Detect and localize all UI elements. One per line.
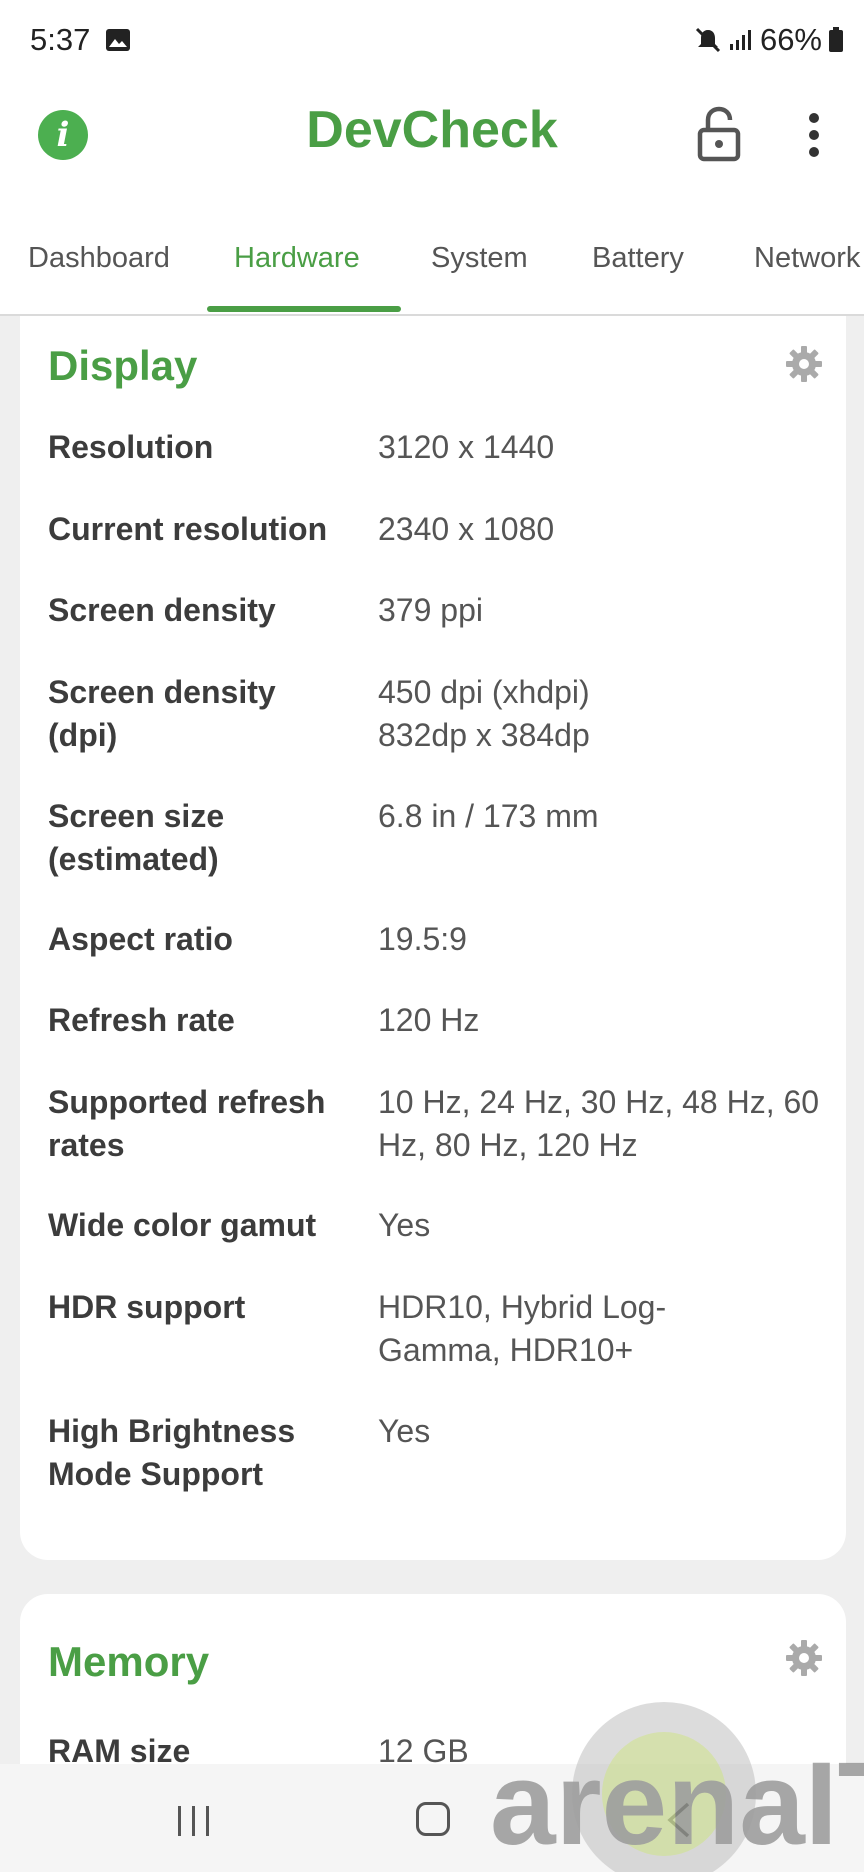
row-label: Current resolution <box>48 511 328 547</box>
row-label: Screen density (dpi) <box>48 674 276 753</box>
row-label: Screen size (estimated) <box>48 798 225 877</box>
navigation-bar <box>0 1764 864 1872</box>
tab-indicator <box>207 306 401 312</box>
signal-icon <box>729 30 751 50</box>
row-value: 19.5:9 <box>378 921 467 957</box>
row-value: 2340 x 1080 <box>378 511 555 547</box>
back-icon[interactable] <box>664 1800 694 1840</box>
row-label: Refresh rate <box>48 1002 235 1038</box>
home-icon[interactable] <box>416 1802 450 1836</box>
row-label: Resolution <box>48 429 214 465</box>
memory-settings-gear-icon[interactable] <box>784 1638 824 1678</box>
tab-system[interactable]: System <box>431 242 528 275</box>
memory-card: Memory RAM size 12 GB <box>20 1594 846 1764</box>
battery-percent: 66% <box>759 22 822 57</box>
row-value: 6.8 in / 173 mm <box>378 798 599 834</box>
tab-hardware[interactable]: Hardware <box>234 242 360 275</box>
row-label: Screen density <box>48 592 276 628</box>
mute-icon <box>695 27 721 53</box>
row-value: 379 ppi <box>378 592 483 628</box>
tab-dashboard[interactable]: Dashboard <box>28 242 170 275</box>
row-label: Supported refresh rates <box>48 1084 326 1163</box>
tab-bar: Dashboard Hardware System Battery Networ… <box>0 226 864 316</box>
display-title: Display <box>48 342 198 389</box>
row-label: RAM size <box>48 1733 191 1764</box>
memory-title: Memory <box>48 1638 210 1685</box>
row-value: 3120 x 1440 <box>378 429 555 465</box>
row-label: Aspect ratio <box>48 921 233 957</box>
tab-network[interactable]: Network <box>754 242 860 275</box>
recents-icon[interactable] <box>174 1804 214 1838</box>
more-options-icon[interactable] <box>806 110 822 160</box>
content-scroll[interactable]: Display Resolution 3120 x 1440 Current r… <box>0 316 864 1764</box>
row-value: 10 Hz, 24 Hz, 30 Hz, 48 Hz, 60 Hz, 80 Hz… <box>378 1084 820 1163</box>
row-value: 12 GB <box>378 1733 469 1764</box>
row-value: HDR10, Hybrid Log-Gamma, HDR10+ <box>378 1289 667 1368</box>
row-value: 120 Hz <box>378 1002 480 1038</box>
battery-icon <box>829 27 843 52</box>
row-value: Yes <box>378 1413 431 1449</box>
tab-battery[interactable]: Battery <box>592 242 684 275</box>
row-value: Yes <box>378 1207 431 1243</box>
row-label: Wide color gamut <box>48 1207 317 1243</box>
unlock-icon[interactable] <box>696 106 742 162</box>
status-bar: 5:37 66% <box>0 0 864 84</box>
display-settings-gear-icon[interactable] <box>784 344 824 384</box>
row-value: 450 dpi (xhdpi) 832dp x 384dp <box>378 674 590 753</box>
row-label: High Brightness Mode Support <box>48 1413 296 1492</box>
row-label: HDR support <box>48 1289 246 1325</box>
status-time: 5:37 <box>30 22 91 57</box>
display-card: Display Resolution 3120 x 1440 Current r… <box>20 316 846 1560</box>
gallery-notification-icon <box>105 29 130 51</box>
